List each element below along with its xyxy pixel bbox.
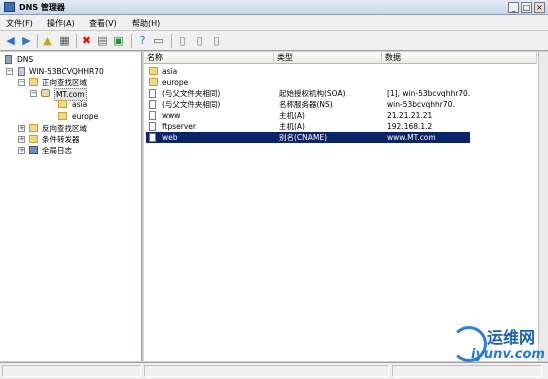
- expand-icon[interactable]: +: [18, 125, 25, 132]
- column-header-data[interactable]: 数据: [382, 52, 537, 64]
- toolbar-separator: [171, 34, 172, 48]
- up-folder-icon[interactable]: ▲: [41, 34, 54, 47]
- record-type: 起始授权机构(SOA): [279, 89, 346, 98]
- list-item[interactable]: (与父文件夹相同) 起始授权机构(SOA) [1], win-53bcvqhhr…: [146, 88, 470, 99]
- column-header-name[interactable]: 名称: [144, 52, 274, 64]
- title-bar: DNS 管理器 _ □ ×: [0, 0, 548, 15]
- record-icon[interactable]: ▯: [193, 34, 206, 47]
- record-name: web: [162, 133, 178, 142]
- log-icon: [29, 146, 38, 154]
- folder-icon: [58, 100, 67, 108]
- status-segment: [2, 365, 141, 377]
- watermark-cn-text: 运维网: [487, 328, 536, 347]
- zone-icon: [41, 89, 50, 97]
- console-icon[interactable]: ▭: [152, 34, 165, 47]
- tree-item-label: 正向查找区域: [42, 78, 87, 87]
- show-hide-tree-icon[interactable]: ▦: [58, 34, 71, 47]
- dns-app-icon: [4, 2, 15, 12]
- toolbar-separator: [37, 34, 38, 48]
- record-type: [279, 77, 383, 88]
- properties-icon[interactable]: ▤: [96, 34, 109, 47]
- record-data: www.MT.com: [387, 133, 436, 142]
- record-data: 192.168.1.2: [387, 122, 433, 131]
- record-icon: [149, 111, 156, 120]
- close-button[interactable]: ×: [534, 2, 545, 13]
- list-item[interactable]: www 主机(A) 21.21.21.21: [146, 110, 470, 121]
- refresh-icon[interactable]: ▯: [210, 34, 223, 47]
- tree-item-label: DNS: [17, 55, 34, 64]
- record-name: europe: [162, 78, 189, 87]
- server-icon: [18, 67, 25, 76]
- record-data: win-53bcvqhhr70.: [387, 100, 455, 109]
- vertical-scrollbar[interactable]: [538, 52, 548, 361]
- folder-icon: [149, 67, 158, 75]
- back-arrow-icon[interactable]: ◀: [4, 34, 17, 47]
- menu-action[interactable]: 操作(A): [47, 18, 75, 29]
- watermark-en-text: iyunv.com: [471, 347, 545, 362]
- record-name: www: [162, 111, 181, 120]
- tree-item-label: asia: [72, 100, 88, 109]
- list-item[interactable]: europe: [146, 77, 470, 88]
- list-item-selected[interactable]: web 别名(CNAME) www.MT.com: [146, 132, 470, 143]
- record-icon: [149, 89, 156, 98]
- record-icon: [149, 100, 156, 109]
- menu-view[interactable]: 查看(V): [89, 18, 117, 29]
- minimize-button[interactable]: _: [508, 2, 519, 13]
- record-type: [279, 66, 383, 77]
- tree-item-label: europe: [72, 112, 99, 121]
- tree-item-label: 全局日志: [42, 146, 72, 155]
- collapse-icon[interactable]: −: [6, 68, 13, 75]
- export-list-icon[interactable]: ▣: [112, 34, 125, 47]
- tree-item-label: WIN-53BCVQHHR70: [29, 67, 104, 76]
- record-type: 主机(A): [279, 122, 305, 131]
- record-data: [1], win-53bcvqhhr70....: [387, 89, 470, 98]
- server-icon[interactable]: ▯: [176, 34, 189, 47]
- record-name: (与父文件夹相同): [162, 89, 221, 98]
- toolbar-separator: [76, 34, 77, 48]
- toolbar-separator: [131, 34, 132, 48]
- record-icon: [149, 133, 156, 142]
- list-item[interactable]: asia: [146, 66, 470, 77]
- menu-bar: 文件(F) 操作(A) 查看(V) 帮助(H): [0, 15, 548, 31]
- menu-help[interactable]: 帮助(H): [132, 18, 160, 29]
- record-name: asia: [162, 67, 178, 76]
- list-item[interactable]: ftpserver 主机(A) 192.168.1.2: [146, 121, 470, 132]
- tree-item-label: 反向查找区域: [42, 124, 87, 133]
- dns-icon: [5, 55, 12, 64]
- collapse-icon[interactable]: −: [18, 79, 25, 86]
- records-list: 名称 类型 数据 asia europe (与父文件夹相同) 起始授权机构(SO…: [144, 52, 548, 361]
- record-data: 21.21.21.21: [387, 111, 433, 120]
- folder-icon: [29, 124, 38, 132]
- list-item[interactable]: (与父文件夹相同) 名称服务器(NS) win-53bcvqhhr70.: [146, 99, 470, 110]
- record-data: [387, 66, 487, 77]
- expand-icon[interactable]: +: [18, 136, 25, 143]
- folder-icon: [149, 78, 158, 86]
- record-type: 名称服务器(NS): [279, 100, 333, 109]
- menu-file[interactable]: 文件(F): [6, 18, 33, 29]
- record-type: 主机(A): [279, 111, 305, 120]
- forward-arrow-icon[interactable]: ▶: [20, 34, 33, 47]
- delete-icon[interactable]: ✖: [80, 34, 93, 47]
- record-name: (与父文件夹相同): [162, 100, 221, 109]
- help-icon[interactable]: ?: [136, 34, 149, 47]
- site-watermark: 运维网 iyunv.com: [445, 320, 545, 370]
- record-type: 别名(CNAME): [279, 133, 328, 142]
- expand-icon[interactable]: +: [18, 147, 25, 154]
- toolbar: ◀ ▶ ▲ ▦ ✖ ▤ ▣ ? ▭ ▯ ▯ ▯: [0, 31, 548, 51]
- record-name: ftpserver: [162, 122, 196, 131]
- maximize-button[interactable]: □: [521, 2, 532, 13]
- status-segment: [144, 365, 389, 377]
- column-header-type[interactable]: 类型: [274, 52, 382, 64]
- folder-icon: [58, 112, 67, 120]
- collapse-icon[interactable]: −: [30, 90, 37, 97]
- folder-icon: [29, 78, 38, 86]
- folder-icon: [29, 135, 38, 143]
- tree-pane: DNS − WIN-53BCVQHHR70 − 正向查找区域 − MT.com …: [0, 52, 142, 361]
- record-data: [387, 77, 487, 88]
- window-title: DNS 管理器: [19, 3, 65, 12]
- record-icon: [149, 122, 156, 131]
- tree-item-label: 条件转发器: [42, 135, 80, 144]
